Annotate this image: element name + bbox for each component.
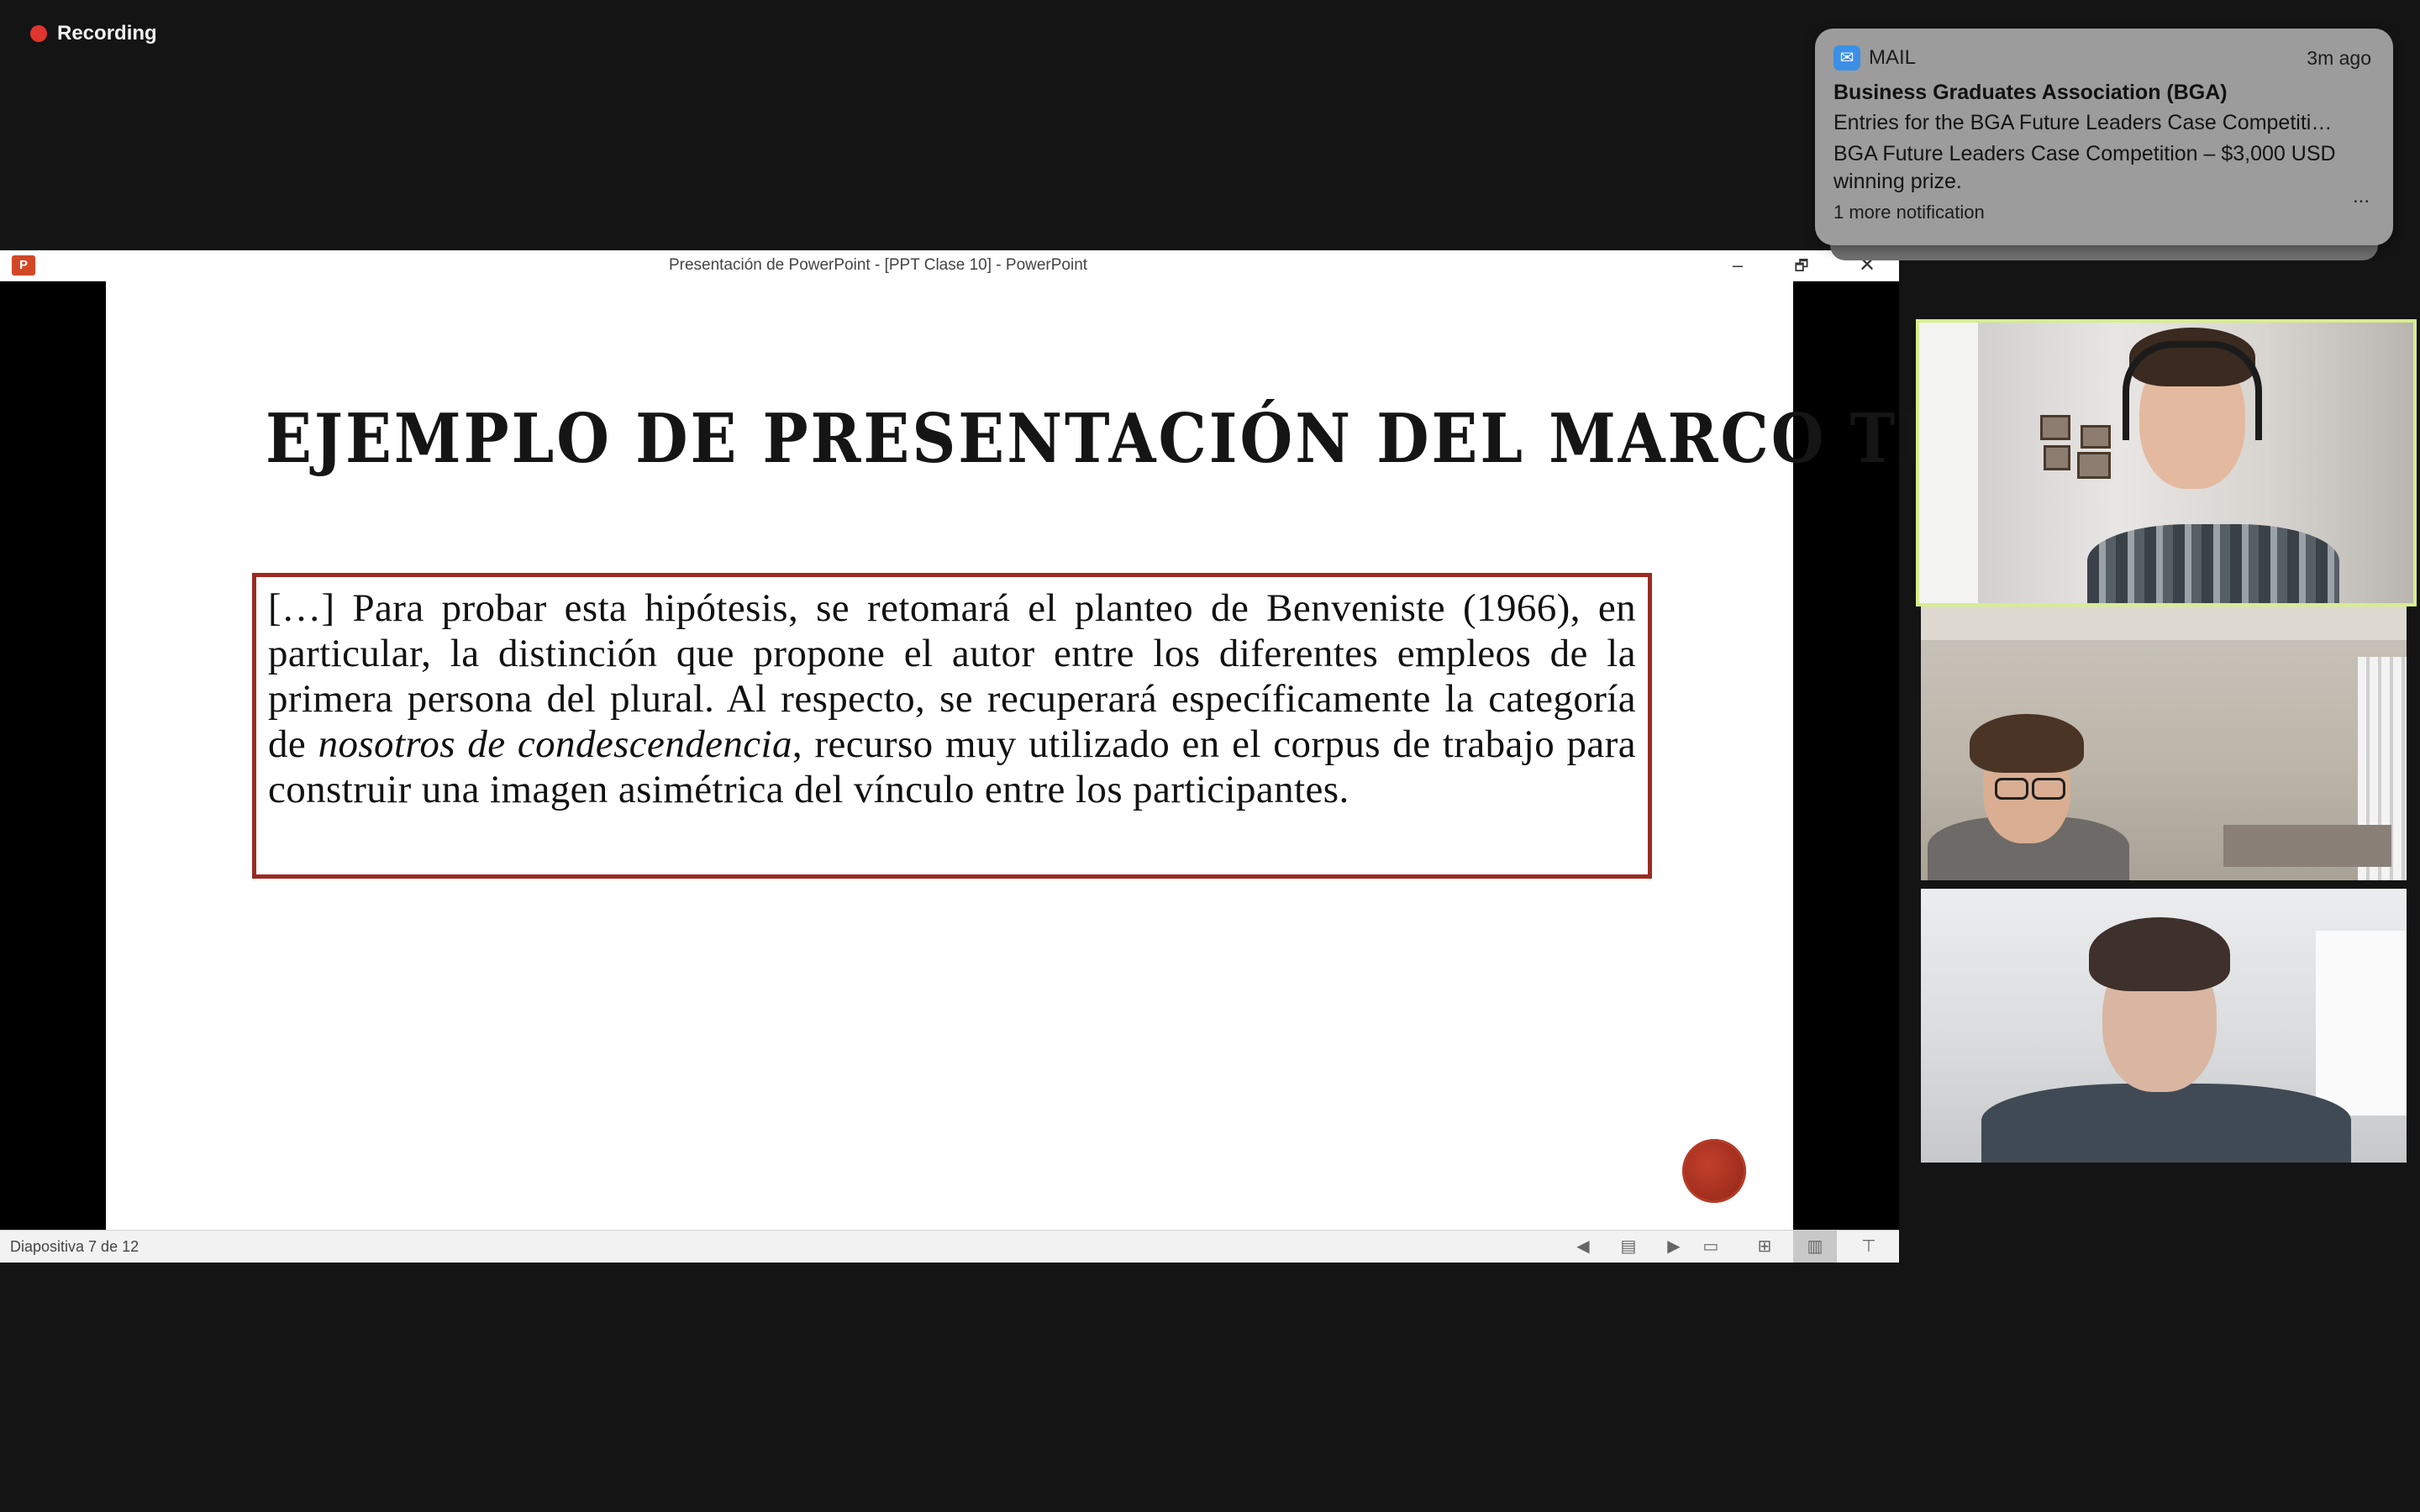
wall-photo — [2077, 452, 2111, 479]
more-notifications-link[interactable]: 1 more notification — [1833, 202, 1985, 223]
glasses-icon — [2032, 778, 2065, 800]
powerpoint-window: P Presentación de PowerPoint - [PPT Clas… — [0, 250, 2191, 1263]
next-slide-icon[interactable]: ▶ — [1664, 1236, 1684, 1257]
recording-dot-icon — [30, 25, 47, 42]
participant-body — [1981, 1084, 2351, 1163]
notification-options-icon[interactable]: ... — [2353, 185, 2370, 208]
slide-counter: Diapositiva 7 de 12 — [10, 1238, 139, 1255]
participant-video-2[interactable] — [1921, 606, 2407, 880]
quote-box: […] Para probar esta hipótesis, se retom… — [252, 573, 1652, 879]
slide-sorter-icon[interactable]: ⊞ — [1754, 1236, 1775, 1257]
headset-icon — [2123, 341, 2262, 440]
normal-view-icon[interactable]: ▭ — [1701, 1236, 1721, 1257]
notification-time: 3m ago — [2307, 47, 2371, 69]
bed — [2223, 825, 2391, 867]
glasses-icon — [1995, 778, 2028, 800]
mail-notification[interactable]: ✉ MAIL 3m ago Business Graduates Associa… — [1815, 29, 2393, 245]
restore-button[interactable]: 🗗 — [1778, 250, 1825, 281]
notification-preview: BGA Future Leaders Case Competition – $3… — [1833, 142, 2336, 193]
reading-view-icon[interactable]: ▥ — [1793, 1231, 1837, 1263]
participant-body — [2087, 524, 2339, 603]
wall-photo — [2040, 415, 2070, 440]
minimize-button[interactable]: – — [1714, 250, 1761, 281]
window-light — [1919, 323, 1978, 603]
participant-video-3[interactable] — [1921, 889, 2407, 1163]
prev-slide-icon[interactable]: ◀ — [1573, 1236, 1593, 1257]
wall-photo — [2081, 425, 2111, 449]
quote-italic-term: nosotros de condescendencia — [318, 722, 792, 766]
slide-title: EJEMPLO DE PRESENTACIÓN DEL MARCO TEÓRIC… — [266, 398, 2191, 479]
slide-decoration-seal — [1682, 1139, 1746, 1203]
status-bar: Diapositiva 7 de 12 ◀ ▤ ▶ ▭ ⊞ ▥ ⊤ — [0, 1230, 1899, 1263]
wall-photo — [2044, 445, 2070, 470]
participant-video-1[interactable] — [1916, 319, 2417, 606]
window-title: Presentación de PowerPoint - [PPT Clase … — [668, 256, 1088, 274]
window-light — [2316, 931, 2407, 1116]
recording-label: Recording — [57, 22, 157, 45]
notification-app-name: MAIL — [1869, 46, 1917, 69]
window-titlebar[interactable]: P Presentación de PowerPoint - [PPT Clas… — [0, 250, 1899, 281]
notes-icon[interactable]: ▤ — [1618, 1236, 1639, 1257]
notification-sender: Business Graduates Association (BGA) — [1833, 81, 2228, 104]
mail-app-icon: ✉ — [1833, 45, 1860, 71]
slideshow-icon[interactable]: ⊤ — [1859, 1236, 1879, 1257]
slide-canvas[interactable]: EJEMPLO DE PRESENTACIÓN DEL MARCO TEÓRIC… — [106, 281, 2191, 1230]
participant-hair — [2089, 917, 2230, 991]
recording-indicator[interactable]: Recording — [30, 22, 157, 45]
notification-subject: Entries for the BGA Future Leaders Case … — [1833, 111, 2333, 134]
participant-hair — [1970, 714, 2084, 773]
quote-text: […] Para probar esta hipótesis, se retom… — [268, 585, 1636, 812]
ceiling — [1921, 606, 2407, 640]
